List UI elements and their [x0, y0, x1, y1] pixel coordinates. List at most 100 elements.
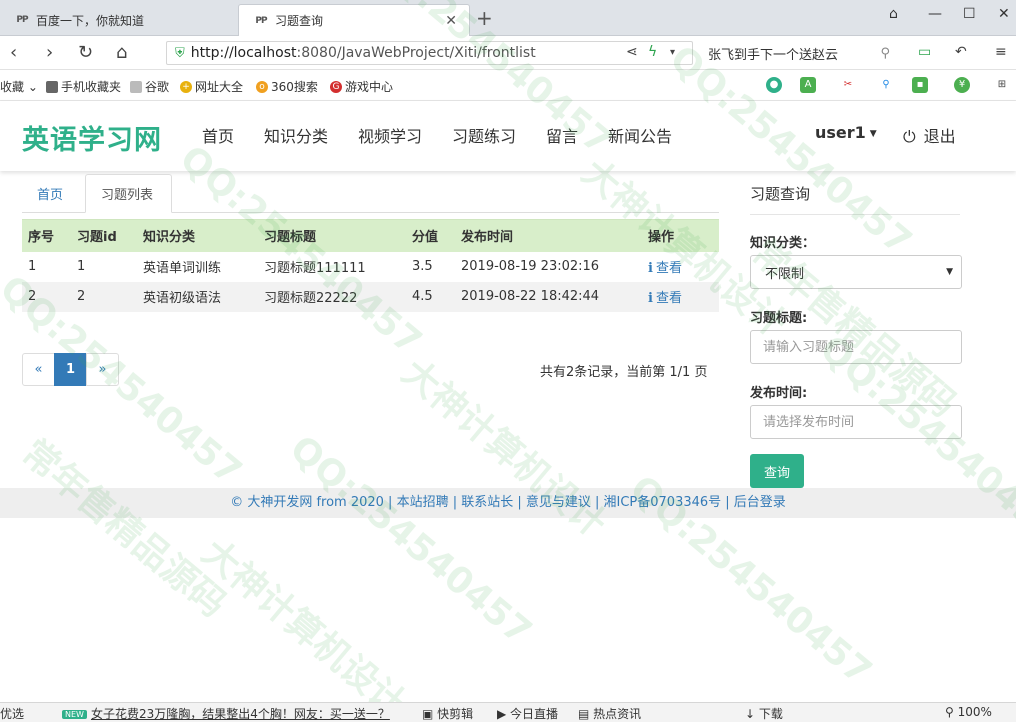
cell-score: 3.5	[406, 251, 455, 282]
search-text: 张飞到手下一个送赵云	[708, 47, 839, 63]
chevron-down-icon[interactable]: ▾	[670, 47, 675, 58]
home-icon[interactable]: ⌂	[116, 42, 127, 63]
breadcrumb-home[interactable]: 首页	[22, 174, 78, 213]
watermark: 常年售精品源码	[14, 431, 234, 626]
bookmark-favorites[interactable]: 收藏 ⌄	[0, 78, 38, 95]
browser-tab-title: 习题查询	[275, 14, 324, 28]
power-icon: ⏻	[903, 127, 916, 146]
nav-message[interactable]: 留言	[546, 123, 578, 147]
download-icon: ↓	[745, 707, 759, 721]
maximize-icon[interactable]: ☐	[963, 6, 976, 22]
menu-icon[interactable]: ≡	[995, 44, 1007, 60]
portal-icon: +	[180, 80, 192, 93]
paw-icon: PP	[255, 15, 267, 26]
cell-time: 2019-08-19 23:02:16	[455, 251, 642, 282]
browser-tab-bar: PP 百度一下，你就知道 PP 习题查询 ✕ + ⌂ — ☐ ✕	[0, 0, 1016, 36]
reload-icon[interactable]: ↻	[78, 42, 93, 63]
clip-icon: ▣	[422, 707, 438, 721]
news-ticker[interactable]: NEW 女子花费23万隆胸，结果整出4个胸！网友：买一送一？	[62, 705, 390, 722]
site-navbar: 英语学习网 首页 知识分类 视频学习 习题练习 留言 新闻公告 user1 ▼ ⏻…	[0, 101, 1016, 171]
status-live[interactable]: ▶ 今日直播	[497, 705, 558, 722]
bookmark-portal[interactable]: + 网址大全	[180, 78, 243, 95]
live-icon: ▶	[497, 707, 511, 721]
bookmark-360[interactable]: o 360搜索	[256, 78, 318, 95]
site-logo[interactable]: 英语学习网	[22, 118, 162, 157]
next-page-button[interactable]: »	[86, 353, 119, 386]
cell-no: 1	[22, 251, 71, 282]
battery-icon[interactable]: ▭	[918, 44, 931, 60]
window-close-icon[interactable]: ✕	[998, 6, 1010, 22]
coin-icon[interactable]: ¥	[954, 77, 970, 93]
news-icon: ▤	[578, 707, 594, 721]
nav-video[interactable]: 视频学习	[358, 123, 422, 147]
nav-news[interactable]: 新闻公告	[608, 123, 672, 147]
nav-knowledge[interactable]: 知识分类	[264, 123, 328, 147]
col-header: 知识分类	[137, 219, 258, 252]
col-header: 习题id	[71, 219, 137, 252]
scissors-icon[interactable]: ✂	[840, 77, 856, 93]
nav-exercise[interactable]: 习题练习	[452, 123, 516, 147]
url-host: http://localhost	[190, 45, 297, 61]
cell-time: 2019-08-22 18:42:44	[455, 281, 642, 312]
status-download[interactable]: ↓ 下载	[745, 705, 783, 722]
magnifier-icon[interactable]: ⚲	[878, 77, 894, 93]
table-header-row: 序号 习题id 知识分类 习题标题 分值 发布时间 操作	[22, 219, 719, 252]
page-1-button[interactable]: 1	[54, 353, 87, 386]
prev-page-button[interactable]: «	[22, 353, 55, 386]
translate-icon[interactable]: A	[800, 77, 816, 93]
nav-home[interactable]: 首页	[202, 123, 234, 147]
phone-icon	[46, 80, 58, 93]
address-bar: ‹ › ↻ ⌂ ⛨ http://localhost:8080/JavaWebP…	[0, 36, 1016, 70]
browser-status-bar: 优选 NEW 女子花费23万隆胸，结果整出4个胸！网友：买一送一？ ▣ 快剪辑 ▶…	[0, 702, 1016, 722]
gamepad-icon[interactable]: ▪	[912, 77, 928, 93]
close-icon[interactable]: ✕	[445, 13, 457, 29]
site-footer[interactable]: © 大神开发网 from 2020 | 本站招聘 | 联系站长 | 意见与建议 …	[0, 488, 1016, 518]
logout-button[interactable]: ⏻ 退出	[903, 123, 956, 147]
cell-title: 习题标题111111	[258, 251, 406, 282]
category-select[interactable]: 不限制 ▼	[750, 255, 962, 289]
lightning-icon[interactable]: ϟ	[648, 44, 657, 60]
bookmark-mobile[interactable]: 手机收藏夹	[46, 78, 121, 95]
url-path: :8080/JavaWebProject/Xiti/frontlist	[296, 45, 536, 61]
title-input[interactable]	[750, 330, 962, 364]
breadcrumb-current[interactable]: 习题列表	[85, 174, 172, 213]
minimize-icon[interactable]: —	[928, 6, 942, 22]
game-icon: G	[330, 80, 342, 93]
view-link[interactable]: i 查看	[642, 281, 719, 312]
browser-tab-active[interactable]: PP 习题查询 ✕	[238, 4, 470, 36]
col-header: 序号	[22, 219, 71, 252]
bookmark-google[interactable]: 谷歌	[130, 78, 169, 95]
zoom-level[interactable]: ⚲ 100%	[945, 705, 992, 719]
time-label: 发布时间:	[750, 386, 808, 401]
browser-tab-baidu[interactable]: PP 百度一下，你就知道	[0, 4, 238, 36]
user-menu[interactable]: user1 ▼	[815, 123, 877, 142]
undo-icon[interactable]: ↶	[955, 44, 967, 60]
forward-icon[interactable]: ›	[46, 42, 53, 63]
back-icon[interactable]: ‹	[10, 42, 17, 63]
shirt-icon[interactable]: ⌂	[889, 6, 898, 22]
share-icon[interactable]: ⋖	[626, 44, 638, 60]
shield-icon: ⛨	[175, 45, 185, 61]
cell-id: 1	[71, 251, 137, 282]
view-link[interactable]: i 查看	[642, 251, 719, 282]
status-news[interactable]: ▤ 热点资讯	[578, 705, 641, 722]
url-field[interactable]: ⛨ http://localhost:8080/JavaWebProject/X…	[166, 41, 693, 65]
grid-icon[interactable]: ⊞	[994, 77, 1010, 93]
paw-icon: PP	[16, 15, 28, 25]
new-tab-icon[interactable]: +	[476, 6, 493, 30]
search-icon[interactable]: ⚲	[880, 46, 890, 61]
search-input[interactable]: 张飞到手下一个送赵云 ⚲	[698, 41, 898, 65]
watermark: QQ:254540457	[282, 428, 540, 653]
time-input[interactable]	[750, 405, 962, 439]
bookmark-games[interactable]: G 游戏中心	[330, 78, 393, 95]
browser-tab-title: 百度一下，你就知道	[36, 13, 145, 28]
info-icon: i	[648, 261, 653, 276]
cell-id: 2	[71, 281, 137, 312]
status-left[interactable]: 优选	[0, 705, 24, 722]
pagination: « 1 »	[22, 353, 119, 386]
chat-icon[interactable]: ●	[766, 77, 782, 93]
col-header: 操作	[642, 219, 719, 252]
status-clip[interactable]: ▣ 快剪辑	[422, 705, 473, 722]
query-button[interactable]: 查询	[750, 454, 804, 488]
news-text: 女子花费23万隆胸，结果整出4个胸！网友：买一送一？	[90, 707, 390, 721]
